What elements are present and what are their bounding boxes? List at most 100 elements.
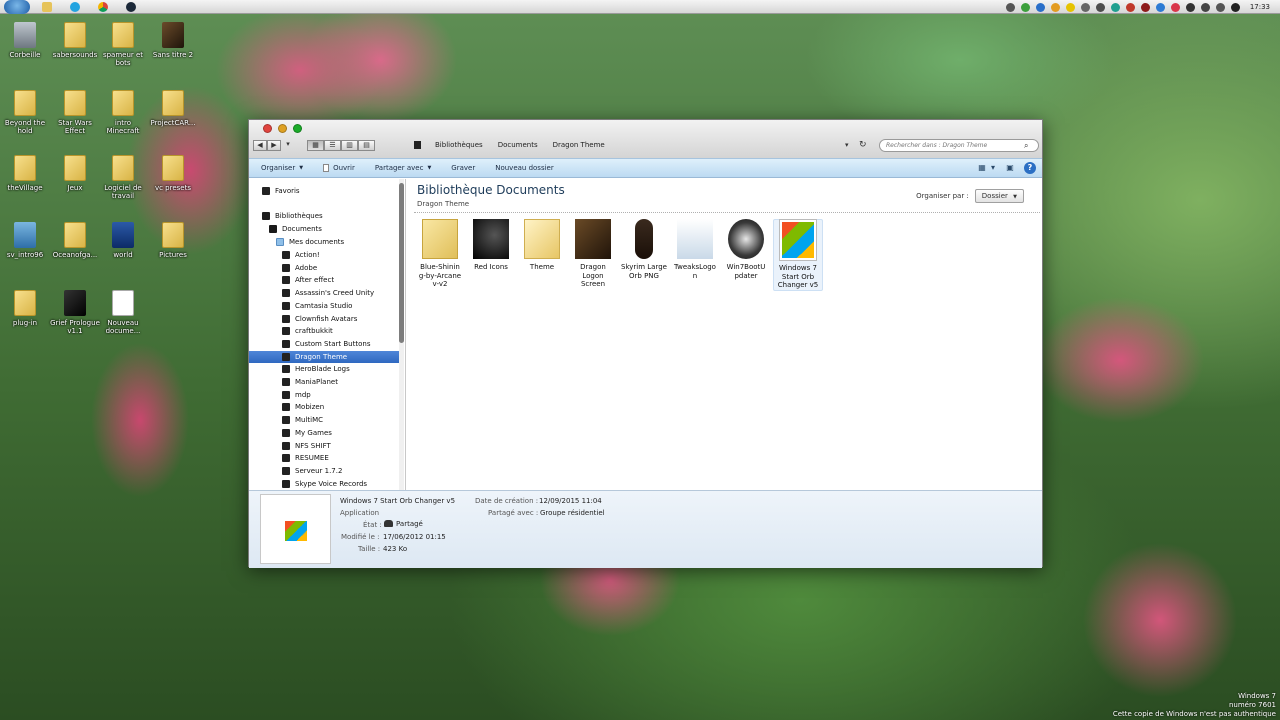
file-item[interactable]: Win7BootU pdater — [721, 219, 771, 280]
close-button[interactable] — [263, 124, 272, 133]
desktop-icon[interactable]: Oceanofga... — [50, 222, 100, 259]
forward-button[interactable]: ▶ — [267, 140, 281, 151]
nav-folder-item[interactable]: Assassin's Creed Unity — [249, 287, 404, 299]
tray-red-icon[interactable] — [1125, 2, 1135, 12]
desktop-icon[interactable]: Beyond the hold — [0, 90, 50, 135]
tray-power-icon[interactable] — [1185, 2, 1195, 12]
nav-folder-item[interactable]: RESUMEE — [249, 452, 404, 464]
file-item[interactable]: Windows 7 Start Orb Changer v5 — [773, 219, 823, 291]
breadcrumb-item-dragon-theme[interactable]: Dragon Theme — [553, 141, 605, 149]
search-icon[interactable]: ⌕ — [1024, 141, 1028, 151]
nav-folder-item[interactable]: HeroBlade Logs — [249, 363, 404, 375]
list-view-button[interactable]: ☰ — [324, 140, 341, 151]
file-item[interactable]: Dragon Logon Screen — [568, 219, 618, 289]
desktop-icon[interactable]: Grief Prologue v1.1 — [50, 290, 100, 335]
coverflow-view-button[interactable]: ▤ — [358, 140, 375, 151]
breadcrumb-item-documents[interactable]: Documents — [498, 141, 538, 149]
desktop-icon[interactable]: world — [98, 222, 148, 259]
file-item[interactable]: Skyrim Large Orb PNG — [619, 219, 669, 280]
search-input[interactable] — [886, 142, 1024, 149]
skype-icon[interactable] — [70, 1, 80, 12]
tray-grid-icon[interactable] — [1095, 2, 1105, 12]
help-icon[interactable]: ? — [1024, 162, 1036, 174]
file-item[interactable]: Blue-Shinin g-by-Arcane v-v2 — [415, 219, 465, 289]
refresh-icon[interactable]: ↻ — [859, 140, 867, 150]
desktop-icon[interactable]: Pictures — [148, 222, 198, 259]
nav-folder-item[interactable]: Skype Voice Records — [249, 478, 404, 490]
desktop-icon[interactable]: Star Wars Effect — [50, 90, 100, 135]
address-dropdown-icon[interactable]: ▾ — [845, 141, 849, 149]
nav-folder-item[interactable]: mdp — [249, 389, 404, 401]
tray-orange-icon[interactable] — [1050, 2, 1060, 12]
nav-folder-item[interactable]: Serveur 1.7.2 — [249, 465, 404, 477]
desktop-icon[interactable]: sv_intro96 — [0, 222, 50, 259]
desktop-icon[interactable]: Sans titre 2 — [148, 22, 198, 59]
chrome-icon[interactable] — [98, 1, 108, 12]
nav-favorites[interactable]: Favoris — [249, 185, 404, 197]
icon-view-button[interactable]: ▦ — [307, 140, 324, 151]
tray-blue-icon[interactable] — [1035, 2, 1045, 12]
file-item[interactable]: Red Icons — [466, 219, 516, 272]
tray-r-icon[interactable] — [1140, 2, 1150, 12]
nav-folder-item[interactable]: Custom Start Buttons — [249, 338, 404, 350]
nav-scrollbar[interactable] — [399, 179, 404, 490]
nav-folder-item[interactable]: Dragon Theme — [249, 350, 404, 363]
desktop-icon[interactable]: Corbeille — [0, 22, 50, 59]
nav-libraries[interactable]: Bibliothèques — [249, 210, 404, 222]
nav-folder-item[interactable]: Mobizen — [249, 401, 404, 413]
column-view-button[interactable]: ▥ — [341, 140, 358, 151]
desktop-icon[interactable]: spameur et bots — [98, 22, 148, 67]
new-folder-button[interactable]: Nouveau dossier — [495, 164, 554, 172]
tray-network-icon[interactable] — [1080, 2, 1090, 12]
arrange-dropdown[interactable]: Dossier ▼ — [974, 189, 1024, 203]
view-dropdown-icon[interactable]: ▾ — [990, 162, 996, 174]
file-item[interactable]: TweaksLogo n — [670, 219, 720, 280]
burn-button[interactable]: Graver — [451, 164, 475, 172]
tray-green-icon[interactable] — [1020, 2, 1030, 12]
tray-teal-icon[interactable] — [1110, 2, 1120, 12]
tray-app-icon[interactable] — [1005, 2, 1015, 12]
nav-folder-item[interactable]: After effect — [249, 274, 404, 286]
nav-folder-item[interactable]: NFS SHIFT — [249, 440, 404, 452]
tray-expand-icon[interactable] — [1200, 2, 1210, 12]
minimize-button[interactable] — [278, 124, 287, 133]
history-dropdown-icon[interactable]: ▾ — [281, 140, 295, 151]
organize-button[interactable]: Organiser ▼ — [261, 164, 303, 172]
nav-folder-item[interactable]: Camtasia Studio — [249, 300, 404, 312]
share-button[interactable]: Partager avec ▼ — [375, 164, 431, 172]
open-button[interactable]: Ouvrir — [323, 164, 355, 172]
desktop-icon[interactable]: theVillage — [0, 155, 50, 192]
file-item[interactable]: Theme — [517, 219, 567, 272]
nav-my-documents[interactable]: Mes documents — [249, 236, 404, 248]
desktop-icon[interactable]: Jeux — [50, 155, 100, 192]
back-button[interactable]: ◀ — [253, 140, 267, 151]
desktop-icon[interactable]: intro Minecraft — [98, 90, 148, 135]
nav-documents[interactable]: Documents — [249, 223, 404, 235]
folder-pin-icon[interactable] — [42, 1, 52, 12]
nav-folder-item[interactable]: craftbukkit — [249, 325, 404, 337]
nav-scrollbar-thumb[interactable] — [399, 183, 404, 343]
nav-folder-item[interactable]: Adobe — [249, 262, 404, 274]
preview-pane-icon[interactable]: ▣ — [1004, 162, 1016, 174]
desktop-icon[interactable]: sabersounds — [50, 22, 100, 59]
breadcrumb-item-libraries[interactable]: Bibliothèques — [435, 141, 483, 149]
tray-red2-icon[interactable] — [1170, 2, 1180, 12]
change-view-icon[interactable]: ▦ — [976, 162, 988, 174]
volume-icon[interactable] — [1230, 2, 1240, 12]
desktop-icon[interactable]: vc presets — [148, 155, 198, 192]
search-box[interactable]: ⌕ — [879, 139, 1039, 152]
tray-yellow-icon[interactable] — [1065, 2, 1075, 12]
tray-shield-icon[interactable] — [1155, 2, 1165, 12]
steam-icon[interactable] — [126, 1, 136, 12]
nav-folder-item[interactable]: MultiMC — [249, 414, 404, 426]
nav-folder-item[interactable]: My Games — [249, 427, 404, 439]
desktop-icon[interactable]: plug-in — [0, 290, 50, 327]
desktop-icon[interactable]: Logiciel de travail — [98, 155, 148, 200]
start-orb-icon[interactable] — [4, 0, 30, 14]
desktop-icon[interactable]: Nouveau docume... — [98, 290, 148, 335]
nav-folder-item[interactable]: Action! — [249, 249, 404, 261]
nav-folder-item[interactable]: Clownfish Avatars — [249, 313, 404, 325]
desktop-icon[interactable]: ProjectCAR... — [148, 90, 198, 127]
maximize-button[interactable] — [293, 124, 302, 133]
nav-folder-item[interactable]: ManiaPlanet — [249, 376, 404, 388]
